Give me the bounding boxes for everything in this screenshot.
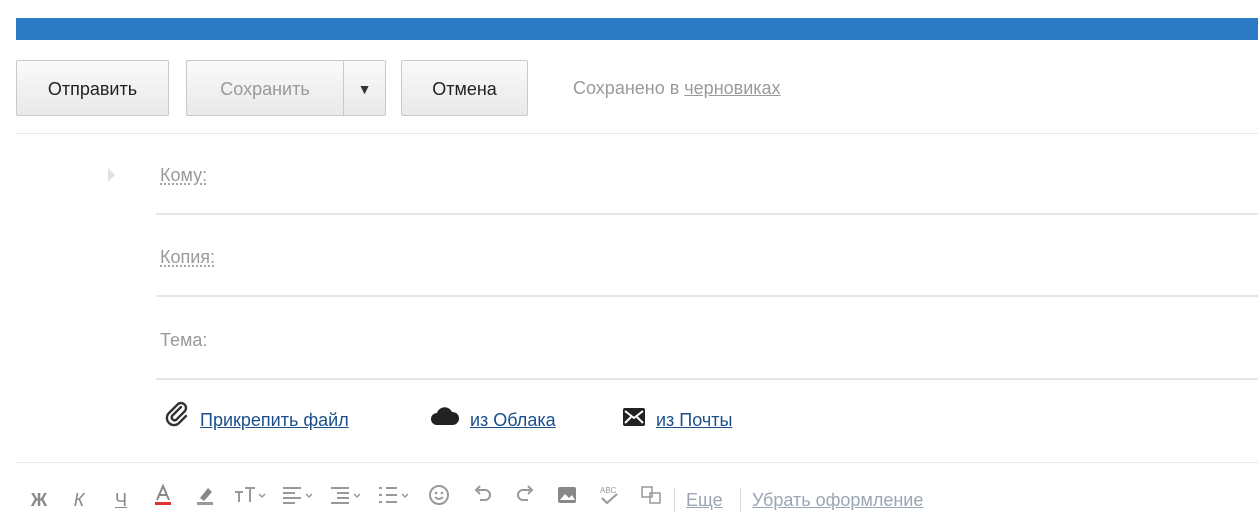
align-icon[interactable] [280,482,316,518]
translate-icon[interactable] [638,482,664,518]
indent-icon[interactable] [328,482,364,518]
image-icon[interactable] [554,482,580,518]
redo-icon[interactable] [512,482,538,518]
attach-from-mail-link[interactable]: из Почты [622,400,732,440]
bold-button[interactable]: Ж [26,482,52,518]
compose-toolbar: Отправить Сохранить ▼ Отмена Сохранено в… [0,0,1258,130]
attach-from-cloud-link[interactable]: из Облака [430,400,556,440]
chevron-down-icon: ▼ [357,81,372,97]
text-color-icon[interactable] [150,482,176,518]
cc-label[interactable]: Копия: [160,217,215,297]
cc-input[interactable] [236,237,1240,279]
cloud-icon [430,401,460,441]
list-icon[interactable] [376,482,412,518]
cc-field: Копия: [156,217,1258,297]
underline-button[interactable]: Ч [108,482,134,518]
to-label[interactable]: Кому: [160,135,207,215]
paperclip-icon [164,401,190,441]
expand-recipients-icon[interactable] [108,168,115,182]
formatting-toolbar: Ж К Ч ABC Еще Убрать оформление [26,482,1258,518]
divider [674,488,675,512]
attach-file-link[interactable]: Прикрепить файл [164,400,349,440]
send-button[interactable]: Отправить [16,60,169,116]
cancel-button[interactable]: Отмена [401,60,528,116]
divider [156,295,1258,297]
divider [156,213,1258,215]
attach-file-label: Прикрепить файл [200,410,349,430]
divider [16,133,1258,134]
font-size-icon[interactable] [232,482,268,518]
attachments-row: Прикрепить файл из Облака из Почты [156,400,1258,440]
spellcheck-icon[interactable]: ABC [596,482,622,518]
italic-button[interactable]: К [66,482,92,518]
drafts-link[interactable]: черновиках [684,78,780,98]
svg-text:ABC: ABC [600,486,617,495]
undo-icon[interactable] [470,482,496,518]
more-formatting-link[interactable]: Еще [686,482,723,518]
save-status-text: Сохранено в [573,78,685,98]
attach-from-mail-label: из Почты [656,410,733,430]
divider [16,462,1258,463]
divider [740,488,741,512]
subject-field: Тема: [156,300,1258,380]
subject-input[interactable] [236,320,1240,362]
save-button[interactable]: Сохранить [186,60,343,116]
divider [156,378,1258,380]
to-field: Кому: [156,135,1258,215]
save-status: Сохранено в черновиках [573,60,781,116]
subject-label: Тема: [160,330,208,350]
highlight-icon[interactable] [192,482,218,518]
envelope-icon [622,401,646,441]
emoji-icon[interactable] [426,482,452,518]
save-options-dropdown[interactable]: ▼ [343,60,386,116]
attach-from-cloud-label: из Облака [470,410,556,430]
clear-formatting-link[interactable]: Убрать оформление [752,482,923,518]
to-input[interactable] [236,155,1240,197]
